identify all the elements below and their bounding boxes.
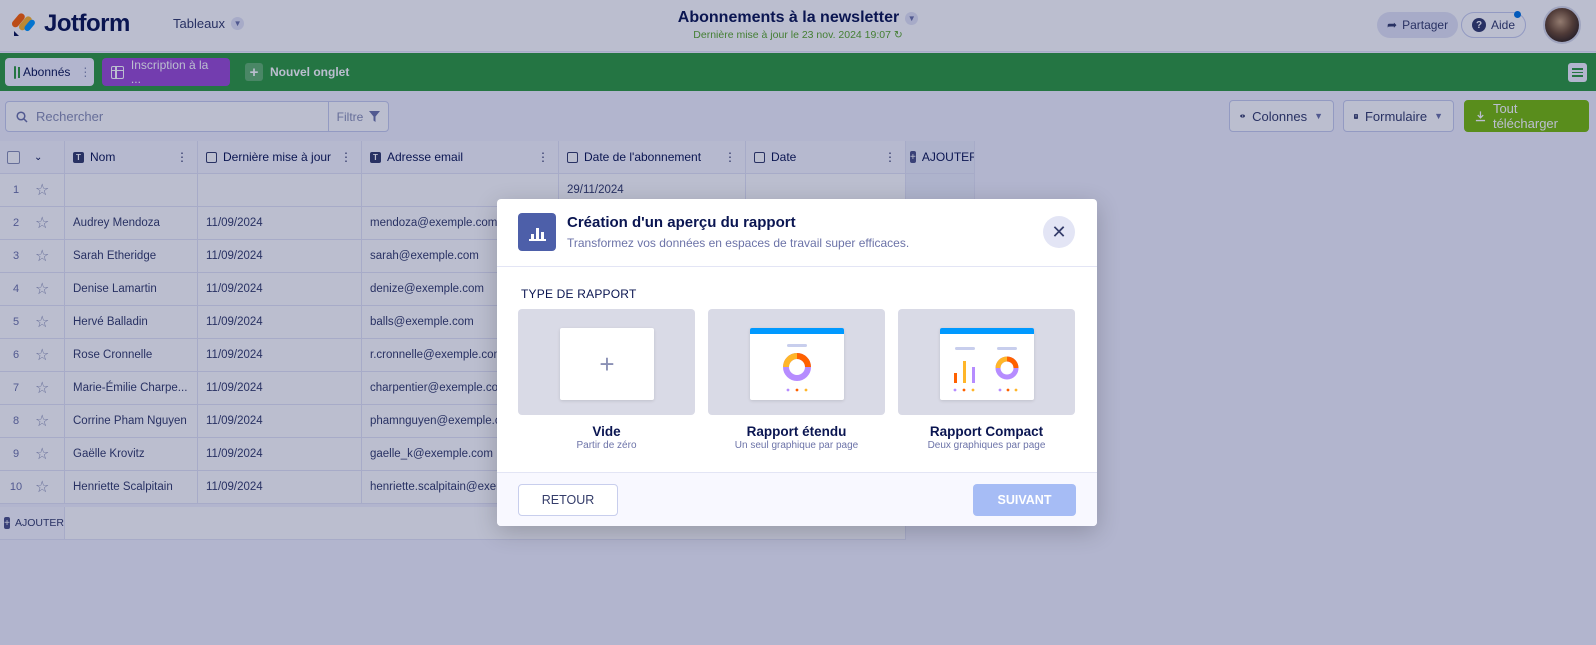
bar-and-donut-chart-icon	[953, 347, 1019, 392]
report-creation-modal: Création d'un aperçu du rapport Transfor…	[497, 199, 1097, 526]
bar-chart-icon	[518, 213, 556, 251]
donut-chart-icon	[783, 344, 811, 392]
option-label-blank: Vide	[592, 424, 621, 439]
report-type-heading: TYPE DE RAPPORT	[521, 287, 637, 301]
modal-title: Création d'un aperçu du rapport	[567, 214, 796, 231]
close-icon[interactable]: ✕	[1043, 216, 1075, 248]
extended-preview	[750, 328, 844, 400]
modal-subtitle: Transformez vos données en espaces de tr…	[567, 236, 910, 250]
modal-footer: RETOUR SUIVANT	[497, 472, 1097, 526]
option-desc-blank: Partir de zéro	[576, 440, 637, 451]
report-option-extended[interactable]	[708, 309, 885, 415]
report-option-blank[interactable]: +	[518, 309, 695, 415]
back-button[interactable]: RETOUR	[518, 484, 618, 516]
next-button[interactable]: SUIVANT	[973, 484, 1076, 516]
plus-icon: +	[599, 348, 615, 379]
compact-preview	[940, 328, 1034, 400]
option-label-extended: Rapport étendu	[746, 424, 847, 439]
blank-preview: +	[560, 328, 654, 400]
option-desc-compact: Deux graphiques par page	[927, 440, 1046, 451]
option-label-compact: Rapport Compact	[929, 424, 1044, 439]
report-option-compact[interactable]	[898, 309, 1075, 415]
modal-header: Création d'un aperçu du rapport Transfor…	[497, 199, 1097, 267]
option-desc-extended: Un seul graphique par page	[734, 440, 859, 451]
